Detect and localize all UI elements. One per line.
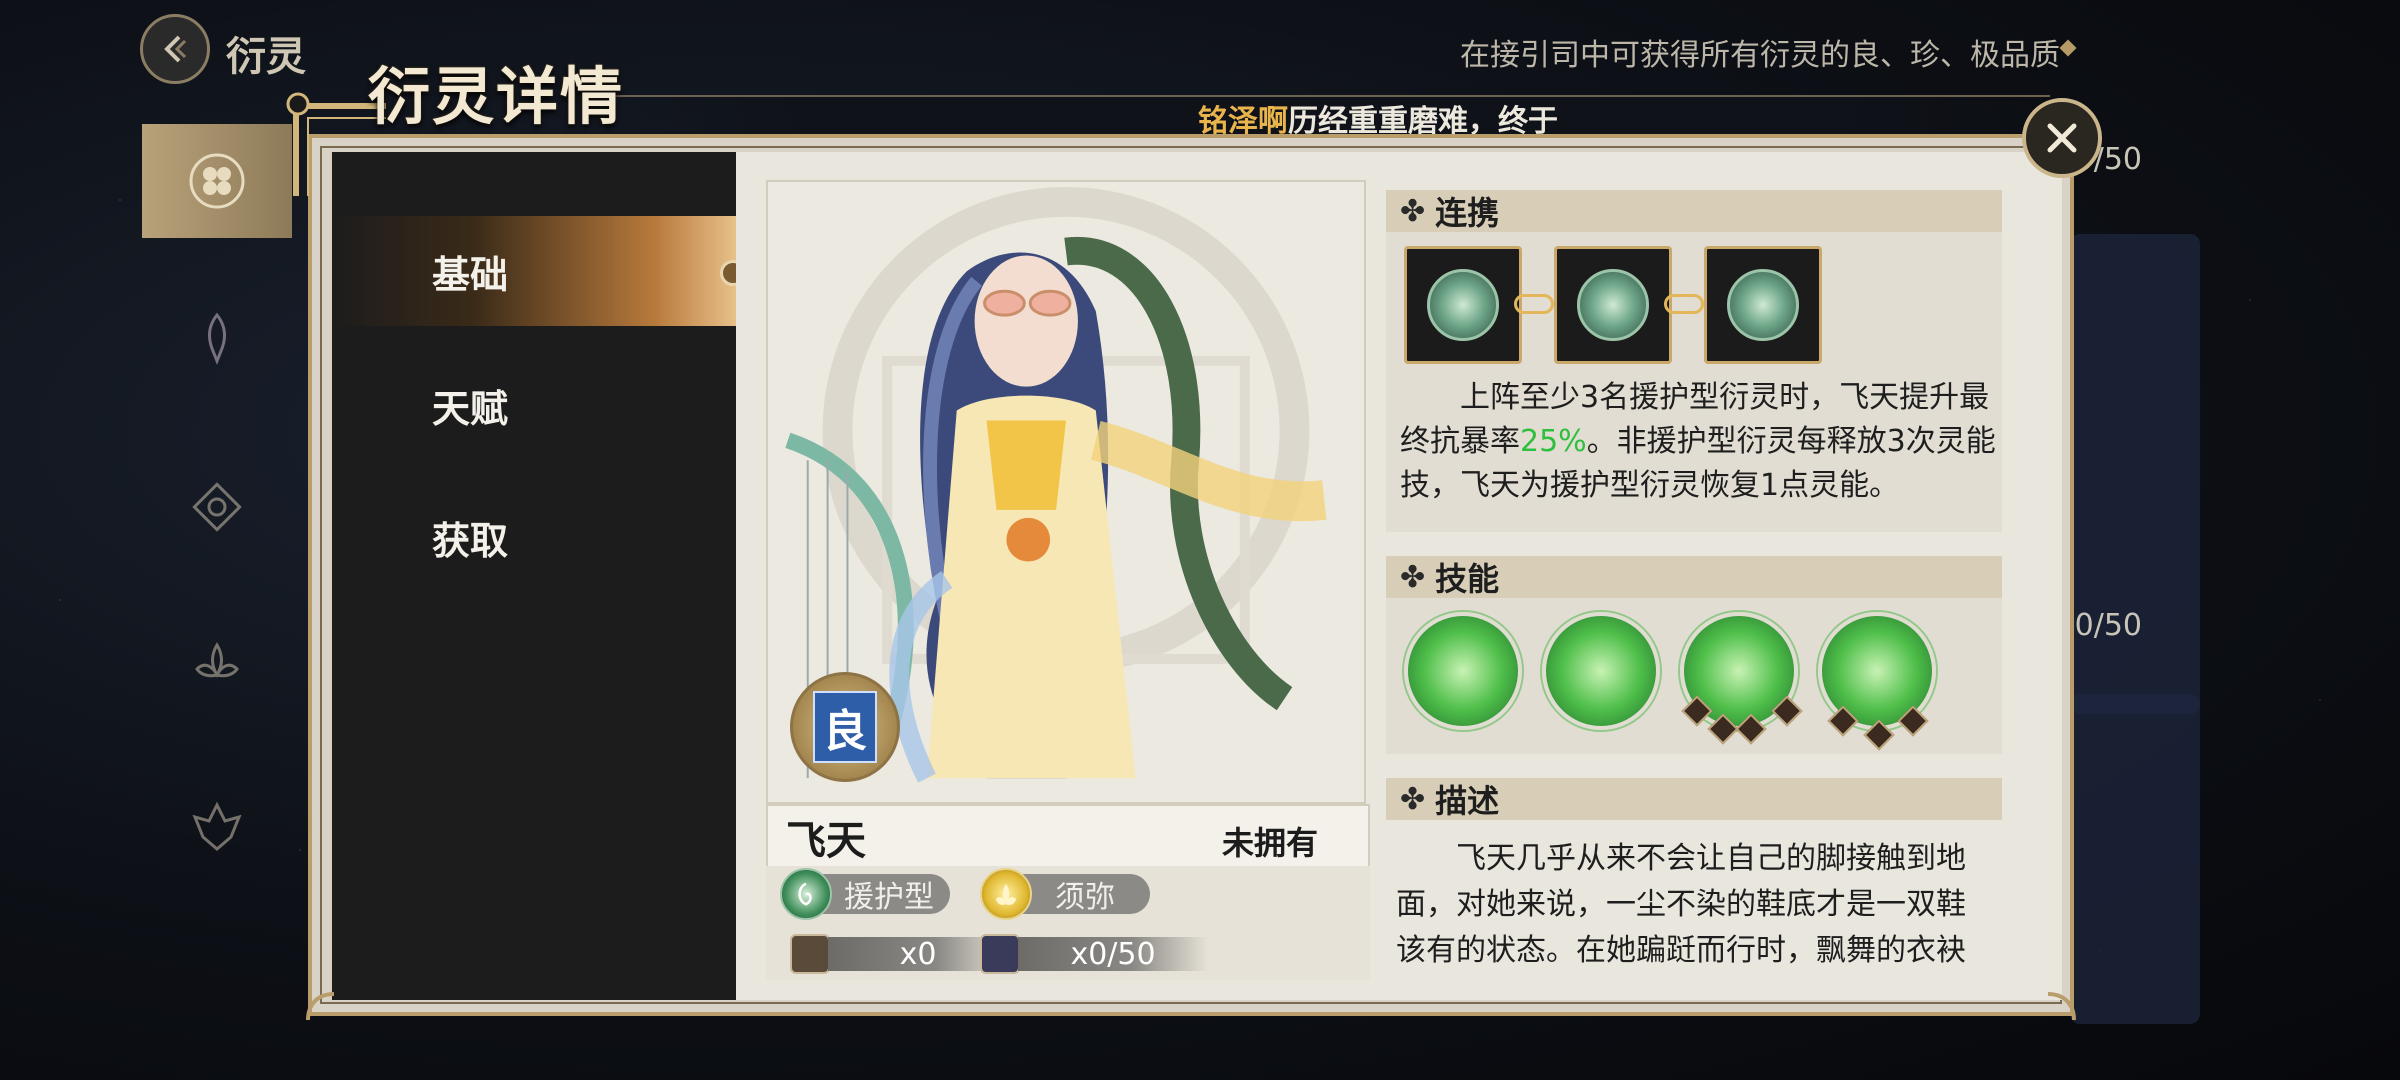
screen: 衍灵 在接引司中可获得所有衍灵的良、珍、极品质 0/50 0/50 铭泽啊历经重… — [0, 0, 2400, 1080]
close-icon — [2047, 123, 2077, 153]
flower-icon: ✤ — [1400, 559, 1426, 595]
support-type-icon — [1427, 269, 1499, 341]
flower-icon: ✤ — [1400, 193, 1426, 229]
corner-ornament-icon — [2047, 992, 2076, 1021]
description-scroll[interactable]: 飞天几乎从来不会让自己的脚接触到地面，对她来说，一尘不染的鞋底才是一双鞋该有的状… — [1386, 820, 2002, 972]
figure-icon[interactable] — [180, 300, 254, 374]
back-arrow-icon — [164, 35, 187, 63]
support-type-icon — [1577, 269, 1649, 341]
link-slot[interactable] — [1704, 246, 1822, 364]
faction-tag-label: 须弥 — [1055, 880, 1115, 915]
tab-acquire[interactable]: 获取 — [332, 482, 736, 592]
description-section-header: ✤ 描述 — [1386, 778, 2002, 820]
background-sidebar — [142, 124, 292, 1080]
skill-icon[interactable] — [1404, 612, 1522, 730]
tab-basic[interactable]: 基础 — [332, 216, 746, 326]
tab-acquire-label: 获取 — [432, 518, 509, 563]
support-type-icon — [1727, 269, 1799, 341]
character-name: 飞天 — [786, 818, 866, 864]
modal-title: 衍灵详情 — [368, 60, 625, 133]
link-section-header: ✤ 连携 — [1386, 190, 2002, 232]
link-description: 上阵至少3名援护型衍灵时，飞天提升最终抗暴率25%。非援护型衍灵每释放3次灵能技… — [1400, 376, 1996, 508]
skills-section-title: 技能 — [1435, 560, 1500, 598]
faction-lotus-icon — [980, 868, 1032, 920]
clover-icon[interactable] — [180, 144, 254, 218]
link-desc-highlight: 25% — [1520, 424, 1587, 459]
link-section-title: 连携 — [1435, 194, 1500, 232]
detail-nav: 基础 天赋 获取 — [330, 152, 746, 1000]
back-button[interactable] — [140, 14, 210, 84]
tab-talent-label: 天赋 — [432, 386, 509, 431]
close-button[interactable] — [2022, 98, 2102, 178]
tab-basic-label: 基础 — [432, 252, 509, 297]
link-slot[interactable] — [1404, 246, 1522, 364]
support-type-icon — [780, 868, 832, 920]
background-count: 0/50 — [2074, 608, 2142, 643]
owned-status: 未拥有 — [1222, 824, 1319, 862]
rarity-label: 良 — [813, 691, 877, 763]
description-text-content: 飞天几乎从来不会让自己的脚接触到地面，对她来说，一尘不染的鞋底才是一双鞋该有的状… — [1396, 841, 1966, 968]
emblem-icon[interactable] — [180, 470, 254, 544]
skills-section-header: ✤ 技能 — [1386, 556, 2002, 598]
fragment-icon — [790, 934, 830, 974]
description-text: 飞天几乎从来不会让自己的脚接触到地面，对她来说，一尘不染的鞋底才是一双鞋该有的状… — [1386, 820, 2002, 972]
skill-icon[interactable] — [1542, 612, 1660, 730]
lotus-icon[interactable] — [180, 624, 254, 698]
link-chain-icon — [1664, 294, 1704, 314]
corner-ornament-icon — [306, 992, 335, 1021]
link-chain-icon — [1514, 294, 1554, 314]
shard-count: x0/50 — [1018, 937, 1208, 972]
flower-icon: ✤ — [1400, 781, 1426, 817]
acquire-hint: 在接引司中可获得所有衍灵的良、珍、极品质 — [1460, 38, 2060, 73]
shard-icon — [980, 934, 1020, 974]
type-tag-label: 援护型 — [844, 880, 934, 915]
screen-title: 衍灵 — [226, 34, 306, 80]
rarity-badge: 良 — [790, 672, 900, 782]
description-section-title: 描述 — [1435, 782, 1500, 820]
link-slot[interactable] — [1554, 246, 1672, 364]
crest-icon[interactable] — [180, 790, 254, 864]
tab-talent[interactable]: 天赋 — [332, 350, 736, 460]
background-card — [2070, 694, 2200, 1024]
